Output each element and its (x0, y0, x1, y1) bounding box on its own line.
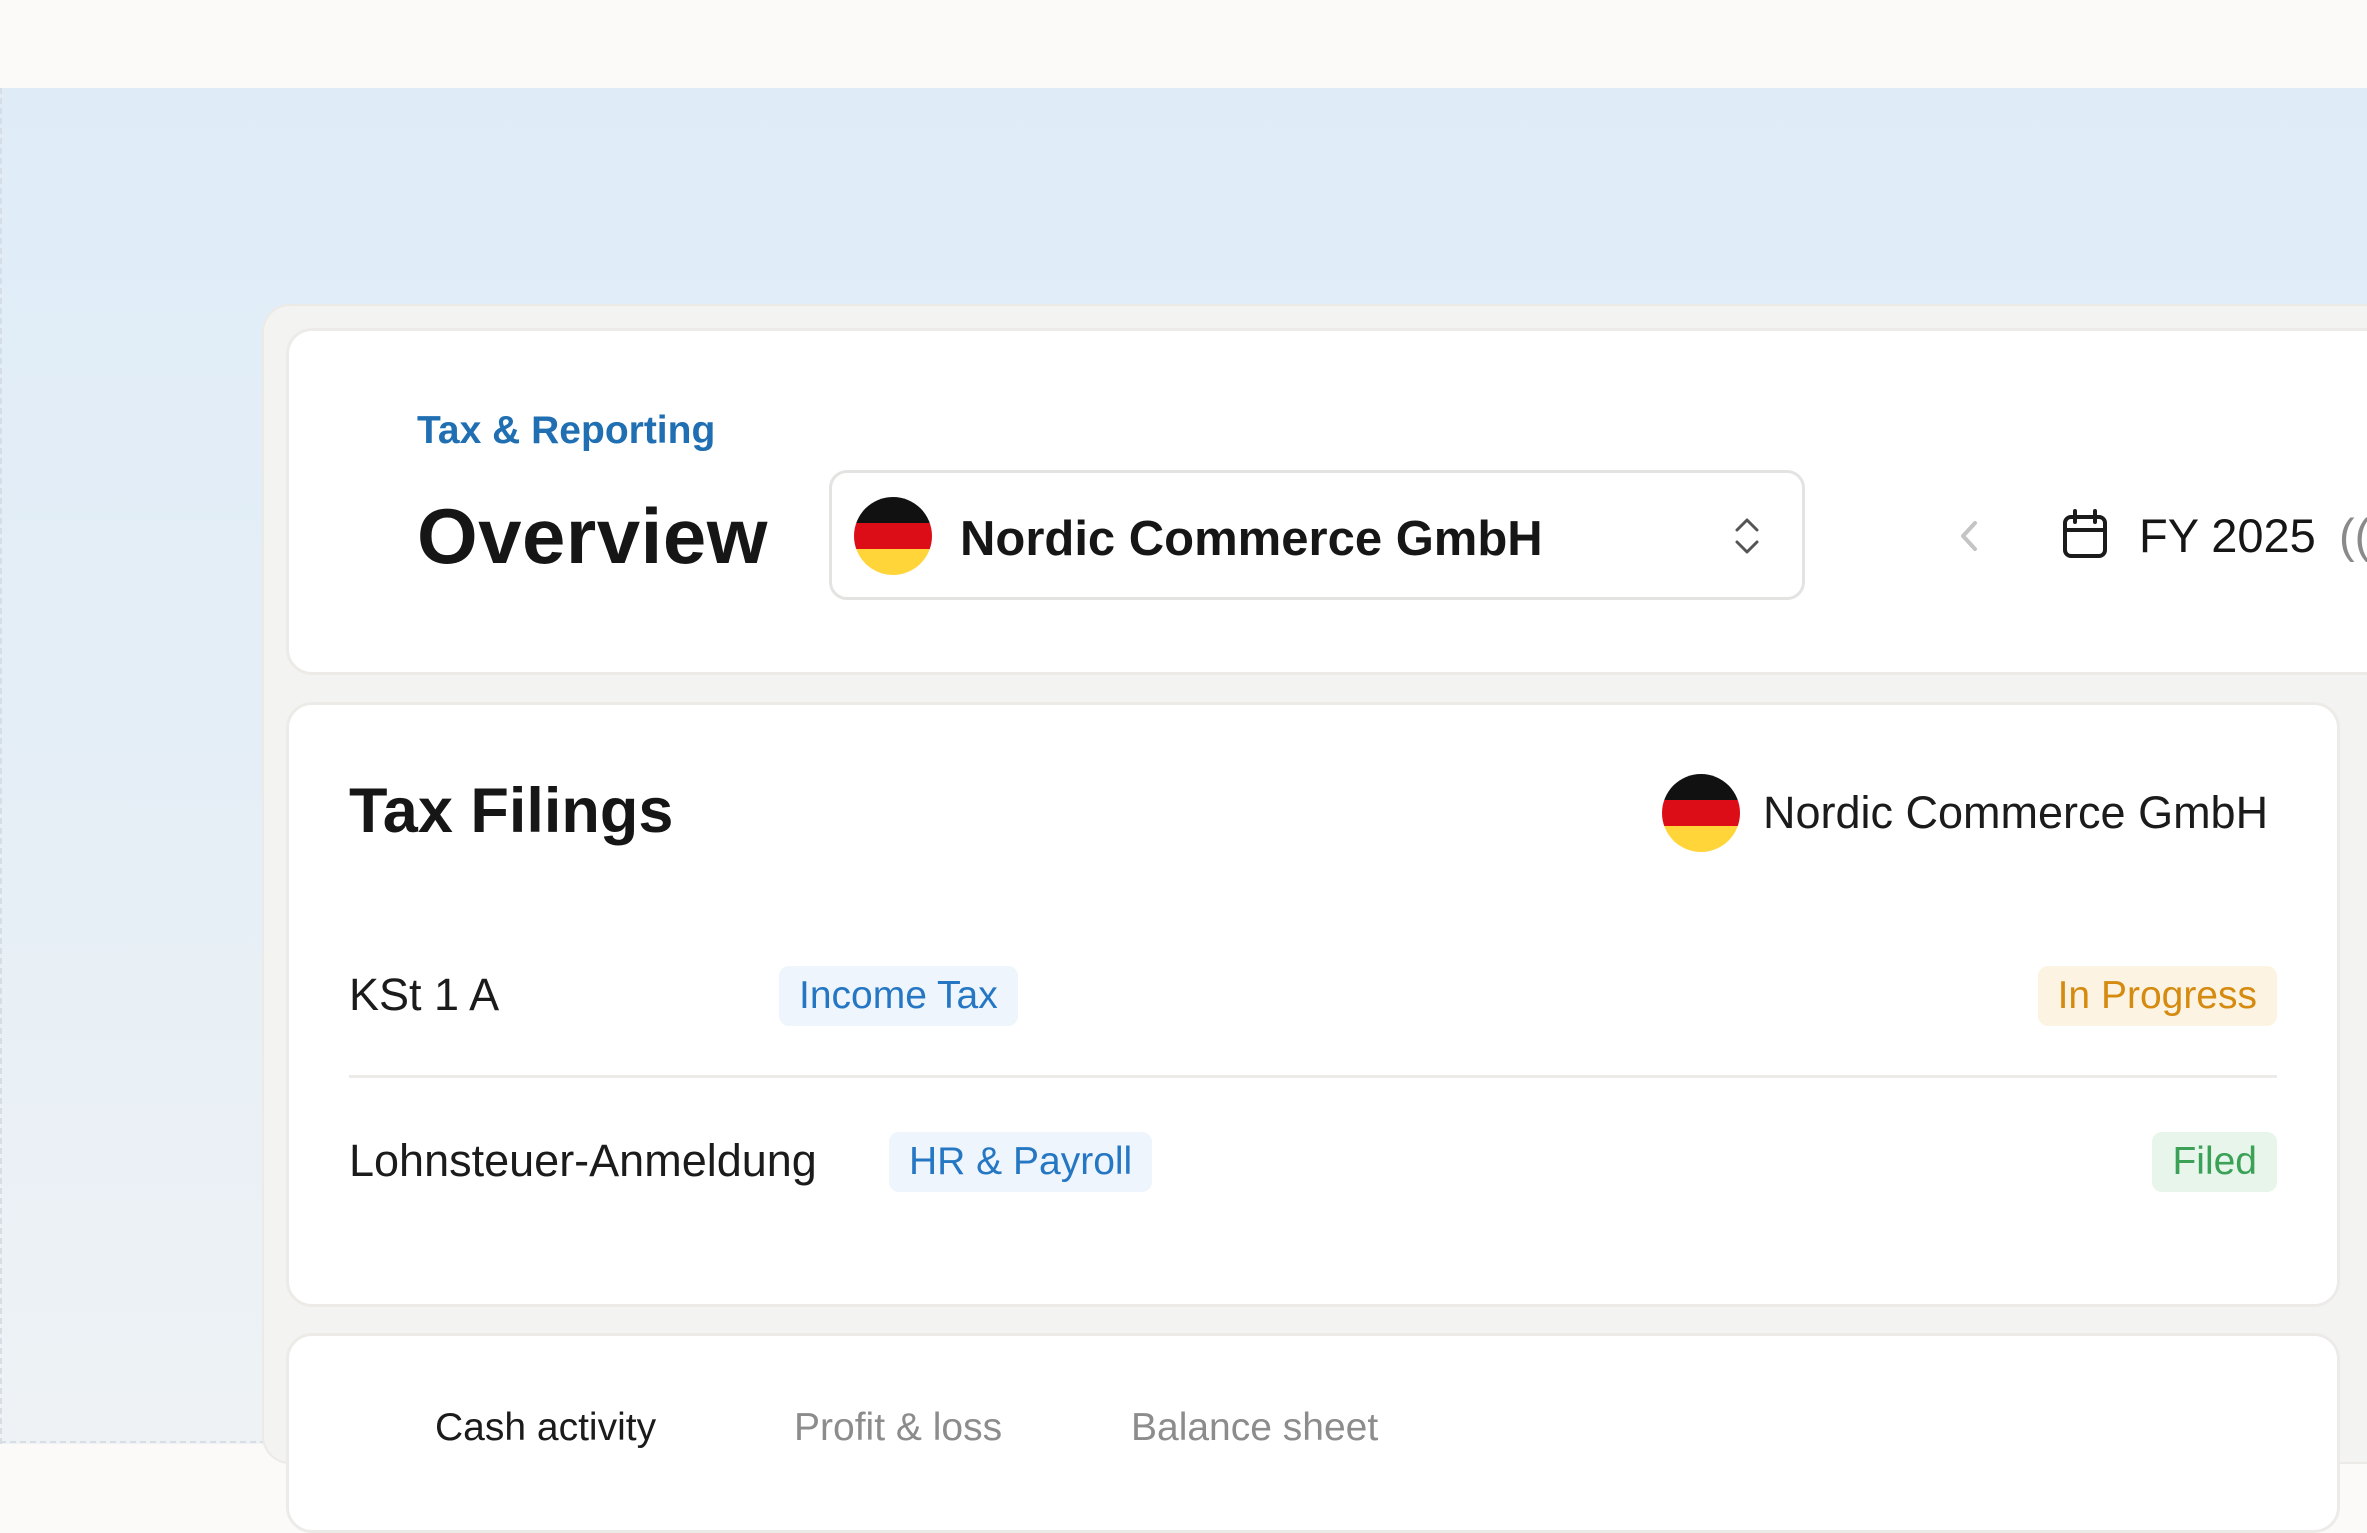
row-divider (349, 1075, 2277, 1078)
tab-balance-sheet[interactable]: Balance sheet (1131, 1406, 1378, 1450)
breadcrumb[interactable]: Tax & Reporting (417, 409, 715, 453)
entity-selector-value: Nordic Commerce GmbH (960, 512, 1543, 566)
overview-header-card: Tax & Reporting Overview Nordic Commerce… (286, 328, 2367, 675)
page-title: Overview (417, 492, 768, 580)
top-bar (0, 0, 2367, 88)
germany-flag-icon (1662, 774, 1740, 852)
filing-name: KSt 1 A (349, 969, 500, 1020)
tax-filings-card: Tax Filings Nordic Commerce GmbH KSt 1 A… (286, 702, 2340, 1307)
canvas-border-left (0, 88, 2, 1444)
category-badge: Income Tax (779, 966, 1018, 1026)
status-badge: In Progress (2037, 966, 2277, 1026)
filings-entity-name: Nordic Commerce GmbH (1763, 787, 2269, 838)
period-extra: (( (2339, 509, 2367, 562)
entity-selector[interactable]: Nordic Commerce GmbH (829, 470, 1805, 600)
previous-period-button[interactable] (1949, 511, 1989, 561)
reports-card: Cash activity Profit & loss Balance shee… (286, 1333, 2340, 1533)
period-label[interactable]: FY 2025 (2139, 508, 2316, 563)
tax-filings-title: Tax Filings (349, 776, 674, 846)
calendar-icon (2063, 509, 2107, 558)
germany-flag-icon (854, 497, 932, 575)
chevron-up-down-icon (1735, 518, 1759, 554)
category-badge: HR & Payroll (889, 1132, 1153, 1192)
filing-name: Lohnsteuer-Anmeldung (349, 1135, 817, 1186)
status-badge: Filed (2152, 1132, 2277, 1192)
tab-cash-activity[interactable]: Cash activity (435, 1406, 656, 1450)
tab-profit-loss[interactable]: Profit & loss (794, 1406, 1002, 1450)
